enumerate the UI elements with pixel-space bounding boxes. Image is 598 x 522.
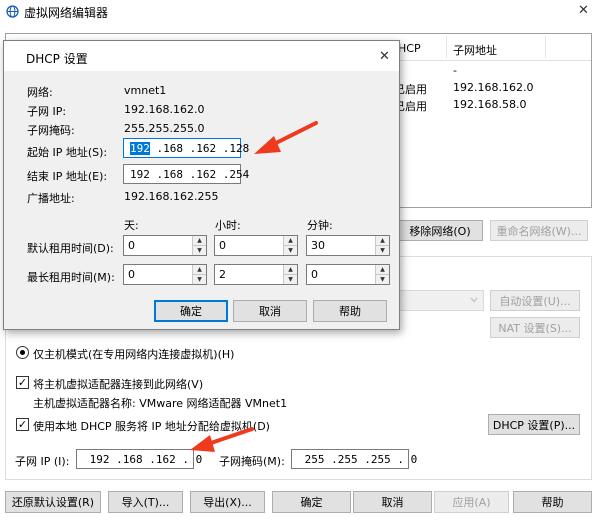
annotation-arrow-icon bbox=[190, 427, 254, 452]
